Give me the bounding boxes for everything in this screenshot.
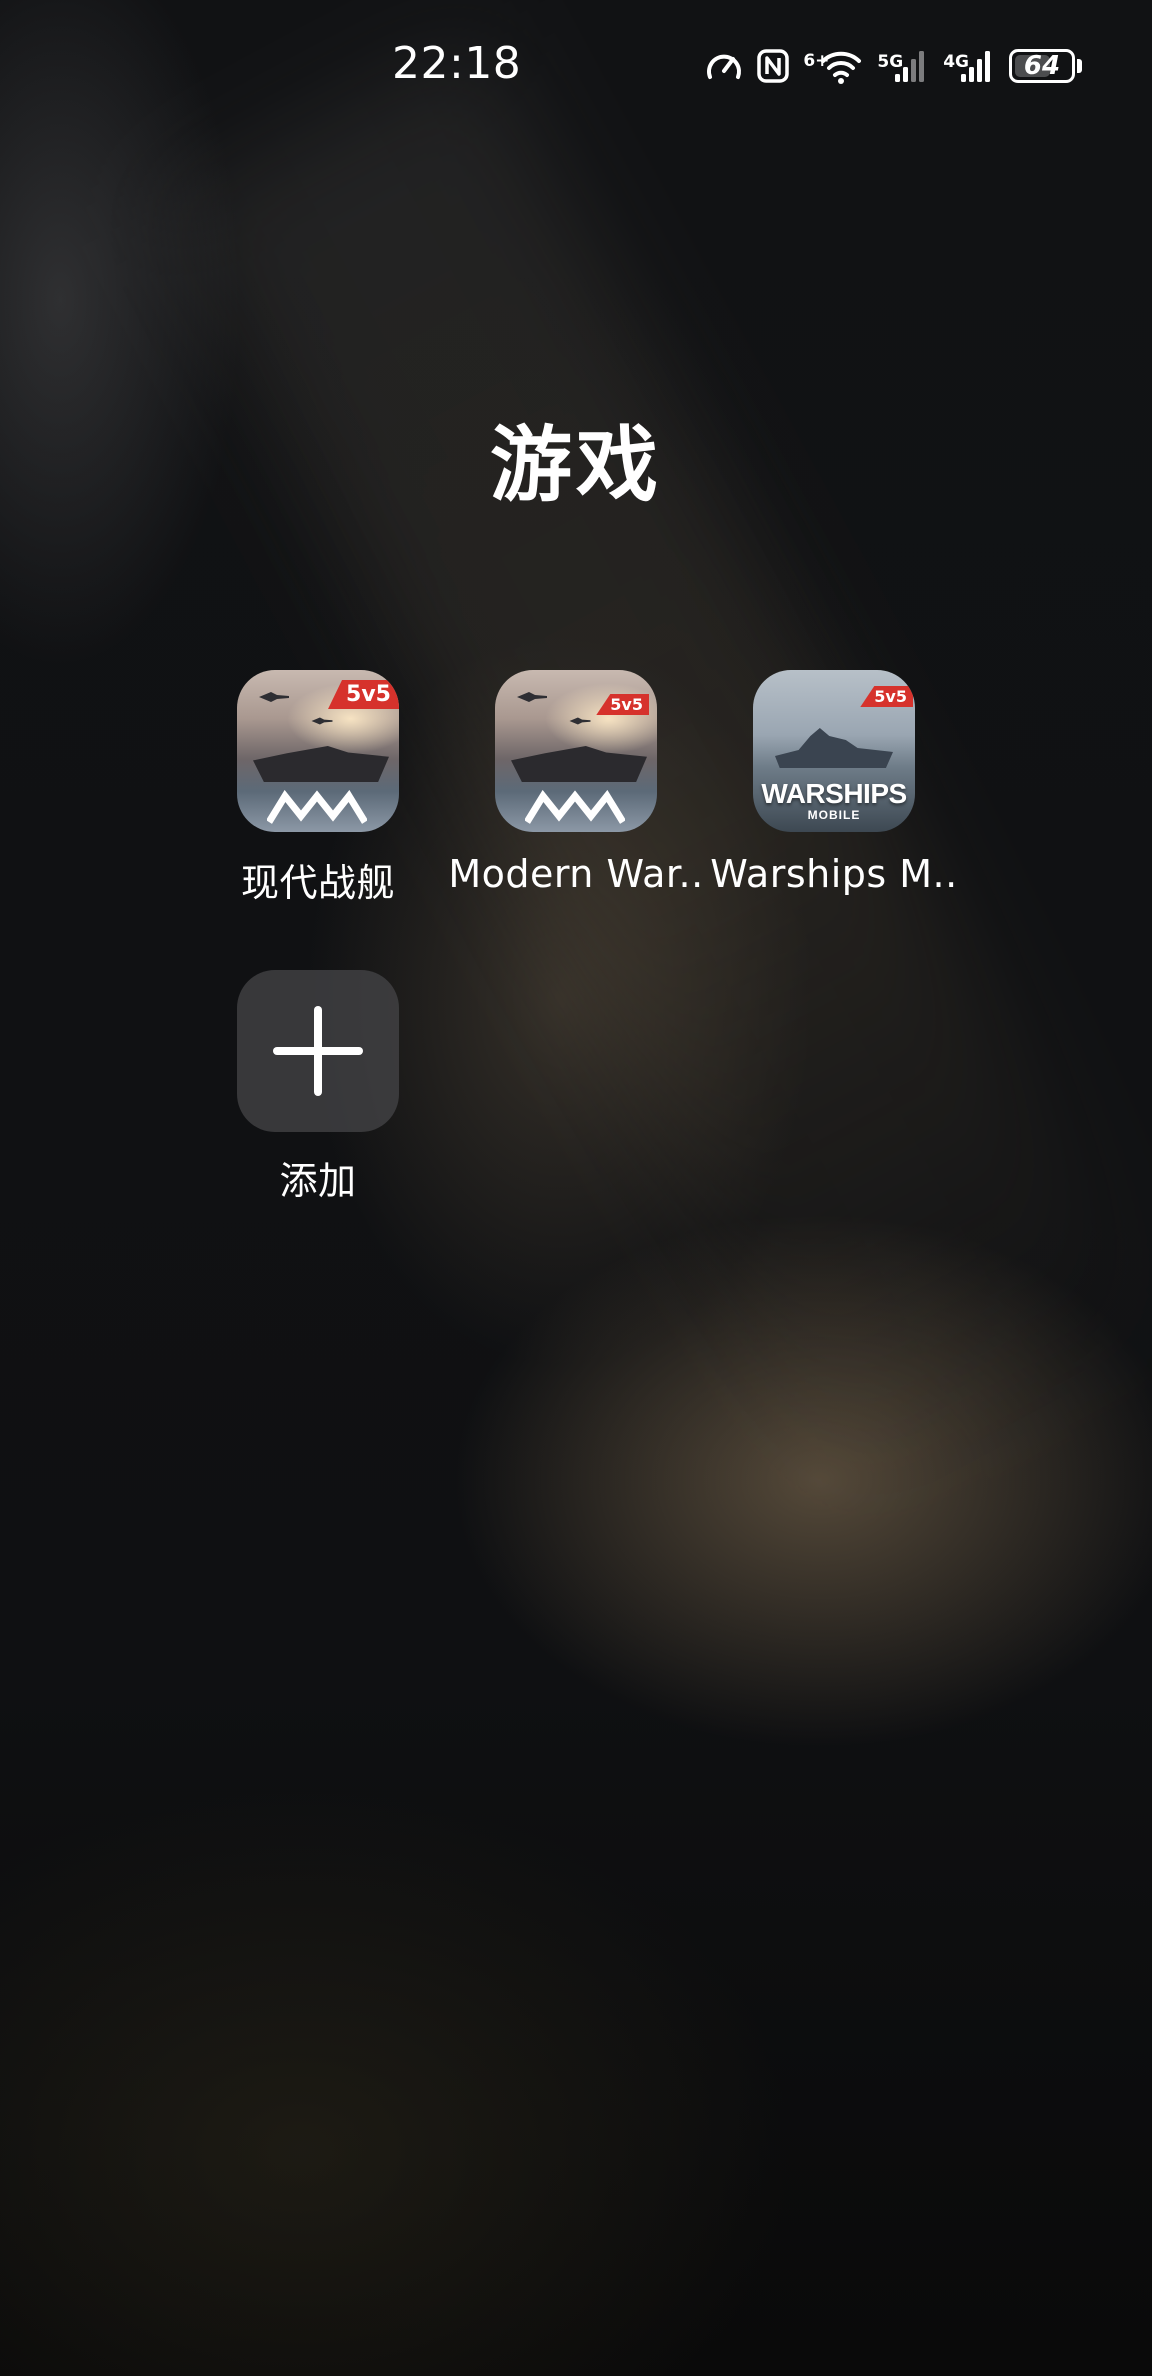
status-icons: 6+ 5G 4G 64: [705, 40, 1082, 92]
folder-title: 游戏: [489, 418, 662, 513]
app-item[interactable]: 5v5 现代战舰: [189, 670, 447, 907]
app-item[interactable]: 5v5 Modern War..: [447, 670, 705, 896]
wallpaper: [0, 0, 1152, 2376]
modern-warships-icon[interactable]: 5v5: [237, 670, 399, 832]
speedometer-icon: [707, 54, 742, 79]
add-icon-tile[interactable]: [237, 970, 399, 1132]
icon-wordmark: WARSHIPS: [761, 778, 907, 809]
status-time: 22:18: [392, 38, 522, 89]
warships-mobile-icon[interactable]: WARSHIPS MOBILE 5v5: [753, 670, 915, 832]
app-label: Modern War..: [448, 852, 704, 896]
add-app-button[interactable]: 添加: [189, 970, 447, 1205]
icon-wordmark-sub: MOBILE: [807, 808, 861, 822]
modern-warships-icon[interactable]: 5v5: [495, 670, 657, 832]
app-label: 现代战舰: [240, 861, 395, 905]
app-item[interactable]: WARSHIPS MOBILE 5v5 Warships M..: [705, 670, 963, 896]
app-label: Warships M..: [710, 852, 958, 896]
nfc-icon: [757, 49, 790, 83]
wifi-icon: [821, 51, 862, 84]
plus-icon: [273, 1006, 363, 1096]
signal-4g-icon: [961, 51, 990, 82]
add-label: 添加: [279, 1159, 357, 1203]
battery-icon: 64: [1009, 49, 1075, 83]
status-bar: 22:18 6+ 5G 4G 64: [0, 0, 1152, 130]
battery-level: 64: [1023, 51, 1061, 81]
signal-5g-icon: [895, 51, 925, 82]
